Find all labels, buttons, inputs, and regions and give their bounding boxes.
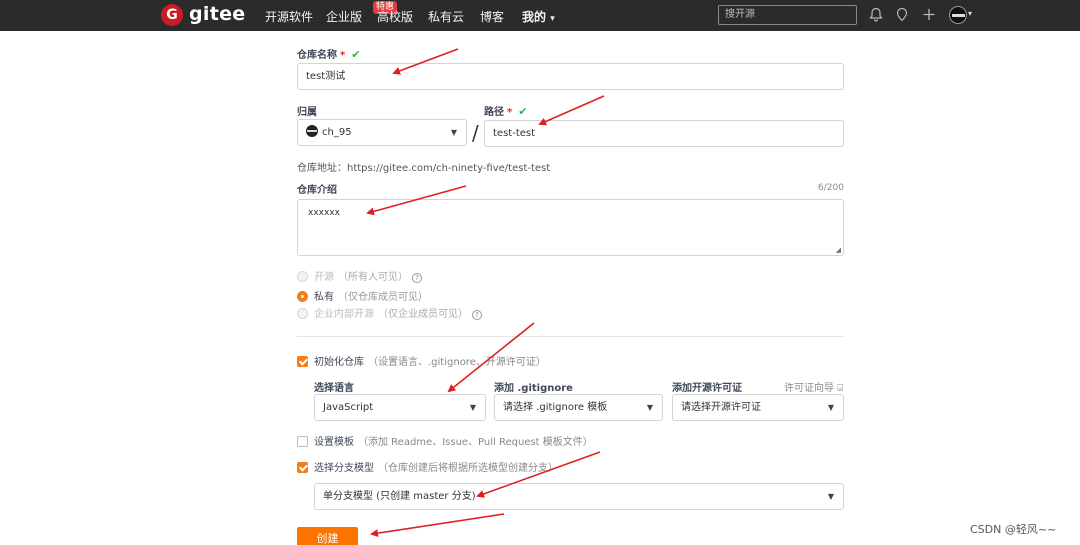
license-value: 请选择开源许可证 <box>681 402 761 413</box>
radio-public[interactable]: 开源 （所有人可见）? <box>297 268 422 283</box>
radio-public-label: 开源 <box>314 272 334 283</box>
language-select[interactable]: JavaScript ▼ <box>314 394 486 421</box>
chevron-down-icon: ▼ <box>469 403 476 412</box>
radio-icon[interactable] <box>297 308 308 319</box>
license-guide-label: 许可证向导 <box>784 383 834 394</box>
radio-enterprise[interactable]: 企业内部开源 （仅企业成员可见）? <box>297 305 482 320</box>
radio-private-label: 私有 <box>314 292 334 303</box>
branch-model-checkbox[interactable]: 选择分支模型 （仓库创建后将根据所选模型创建分支） <box>297 459 558 474</box>
intro-value: xxxxxx <box>308 208 340 218</box>
owner-value: ch_95 <box>322 127 352 138</box>
section-divider <box>297 336 844 337</box>
path-label: 路径 * ✔ <box>484 103 527 118</box>
path-separator: / <box>472 121 479 145</box>
nav-university[interactable]: 高校版 <box>377 8 413 25</box>
search-input[interactable]: 搜开源 <box>718 5 857 25</box>
branch-model-select[interactable]: 单分支模型 (只创建 master 分支) ▼ <box>314 483 844 510</box>
init-repo-checkbox[interactable]: 初始化仓库 （设置语言、.gitignore、开源许可证） <box>297 353 546 368</box>
license-select[interactable]: 请选择开源许可证 ▼ <box>672 394 844 421</box>
language-value: JavaScript <box>323 402 374 413</box>
path-label-text: 路径 <box>484 107 504 118</box>
license-guide-link[interactable]: 许可证向导 ⌸ <box>784 379 843 394</box>
checkbox-icon[interactable] <box>297 436 308 447</box>
plus-icon[interactable] <box>922 7 936 22</box>
nav-private-cloud[interactable]: 私有云 <box>428 8 464 25</box>
gitignore-label: 添加 .gitignore <box>494 383 573 394</box>
branch-model-label: 选择分支模型 <box>314 463 374 474</box>
owner-label: 归属 <box>297 107 317 118</box>
owner-avatar-icon <box>306 125 318 137</box>
chevron-down-icon: ▼ <box>827 492 834 501</box>
check-icon: ✔ <box>351 48 361 61</box>
nav-mine[interactable]: 我的 ▾ <box>522 8 555 25</box>
template-hint: （添加 Readme、Issue、Pull Request 模板文件） <box>358 437 593 448</box>
chevron-down-icon: ▼ <box>827 403 834 412</box>
repo-address: 仓库地址：https://gitee.com/ch-ninety-five/te… <box>297 163 551 174</box>
radio-enterprise-hint: （仅企业成员可见） <box>378 309 468 320</box>
license-label: 添加开源许可证 <box>672 383 742 394</box>
nav-blog[interactable]: 博客 <box>480 8 504 25</box>
template-checkbox[interactable]: 设置模板 （添加 Readme、Issue、Pull Request 模板文件） <box>297 433 593 448</box>
gitignore-value: 请选择 .gitignore 模板 <box>503 402 608 413</box>
help-icon[interactable]: ? <box>412 273 422 283</box>
arrow-create <box>370 513 505 538</box>
chevron-down-icon: ▼ <box>450 128 457 137</box>
avatar-chevron-down-icon[interactable]: ▾ <box>968 9 972 18</box>
radio-enterprise-label: 企业内部开源 <box>314 309 374 320</box>
required-mark: * <box>507 107 513 118</box>
nav-enterprise[interactable]: 企业版 <box>326 8 362 25</box>
brand-name[interactable]: gitee <box>189 3 245 25</box>
gitignore-select[interactable]: 请选择 .gitignore 模板 ▼ <box>494 394 663 421</box>
repo-name-input[interactable]: test测试 <box>297 63 844 90</box>
watermark: CSDN @轻风~~ <box>970 523 1057 536</box>
book-icon: ⌸ <box>837 383 844 394</box>
radio-selected-icon[interactable] <box>297 291 308 302</box>
intro-counter: 6/200 <box>818 183 844 193</box>
path-input[interactable]: test-test <box>484 120 844 147</box>
radio-private-hint: （仅仓库成员可见） <box>338 292 428 303</box>
gitee-logo-icon[interactable]: G <box>161 4 183 26</box>
branch-model-value: 单分支模型 (只创建 master 分支) <box>323 491 476 502</box>
repo-name-label-text: 仓库名称 <box>297 50 337 61</box>
checkbox-checked-icon[interactable] <box>297 462 308 473</box>
language-label: 选择语言 <box>314 383 354 394</box>
radio-private[interactable]: 私有 （仅仓库成员可见） <box>297 288 428 303</box>
bell-icon[interactable] <box>869 7 883 22</box>
init-repo-label: 初始化仓库 <box>314 357 364 368</box>
checkbox-checked-icon[interactable] <box>297 356 308 367</box>
create-button[interactable]: 创建 <box>297 527 358 545</box>
repo-name-label: 仓库名称 * ✔ <box>297 46 360 61</box>
user-avatar[interactable] <box>949 6 967 24</box>
location-pin-icon[interactable] <box>895 7 909 22</box>
resize-handle-icon[interactable]: ◢ <box>836 246 841 254</box>
chevron-down-icon: ▾ <box>550 14 555 24</box>
template-label: 设置模板 <box>314 437 354 448</box>
required-mark: * <box>340 50 346 61</box>
owner-select[interactable]: ch_95 ▼ <box>297 119 467 146</box>
top-navbar: G gitee 开源软件 企业版 特惠 高校版 私有云 博客 我的 ▾ 搜开源 … <box>0 0 1080 31</box>
chevron-down-icon: ▼ <box>646 403 653 412</box>
intro-textarea[interactable]: xxxxxx ◢ <box>297 199 844 256</box>
help-icon[interactable]: ? <box>472 310 482 320</box>
check-icon: ✔ <box>518 105 528 118</box>
nav-mine-label: 我的 <box>522 10 547 24</box>
radio-public-hint: （所有人可见） <box>338 272 408 283</box>
intro-label: 仓库介绍 <box>297 185 337 196</box>
init-repo-hint: （设置语言、.gitignore、开源许可证） <box>368 357 546 368</box>
radio-icon[interactable] <box>297 271 308 282</box>
nav-open-source[interactable]: 开源软件 <box>265 8 313 25</box>
branch-model-hint: （仓库创建后将根据所选模型创建分支） <box>378 463 558 474</box>
